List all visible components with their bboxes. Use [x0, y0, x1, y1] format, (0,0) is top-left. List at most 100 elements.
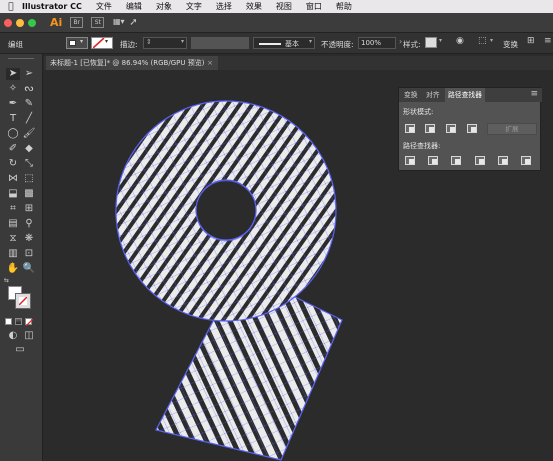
scale-tool-icon[interactable]: ⤡ [22, 158, 36, 170]
panel-menu-icon[interactable]: ≡ [530, 89, 538, 99]
align-icon[interactable]: ⬚ [478, 36, 487, 46]
expand-button[interactable]: 扩展 [487, 123, 537, 135]
selection-tool-icon[interactable]: ➤ [6, 68, 20, 80]
style-label: 样式: [403, 40, 421, 49]
outline-icon[interactable] [498, 156, 508, 165]
send-arrow-icon[interactable]: ➚ [129, 17, 137, 28]
exclude-icon[interactable] [467, 124, 477, 133]
menu-help[interactable]: 帮助 [336, 1, 352, 12]
eraser-tool-icon[interactable]: ◆ [22, 143, 36, 155]
close-window-button[interactable] [4, 18, 12, 27]
variable-width-profile[interactable] [191, 37, 249, 49]
app-menu[interactable]: Illustrator CC [22, 2, 82, 11]
menu-type[interactable]: 文字 [186, 1, 202, 12]
more-options-icon[interactable]: ≡ [544, 36, 552, 46]
crop-icon[interactable] [475, 156, 485, 165]
zoom-tool-icon[interactable]: 🔍 [22, 263, 36, 275]
minus-back-icon[interactable] [521, 156, 531, 165]
hand-tool-icon[interactable]: ✋ [6, 263, 20, 275]
draw-mode-icon[interactable]: ◐ [6, 330, 20, 342]
apple-menu-icon[interactable]:  [0, 2, 22, 12]
minus-front-icon[interactable] [425, 124, 435, 133]
color-mode-icon[interactable] [5, 318, 12, 325]
curvature-tool-icon[interactable]: ✎ [22, 98, 36, 110]
graphic-style-swatch[interactable] [425, 37, 437, 48]
chevron-right-icon[interactable]: › [399, 37, 402, 46]
stroke-weight-input[interactable]: ⇕ ▾ [143, 37, 187, 49]
shape-builder-tool-icon[interactable]: ⬓ [6, 188, 20, 200]
direct-selection-tool-icon[interactable]: ➢ [22, 68, 36, 80]
menu-view[interactable]: 视图 [276, 1, 292, 12]
ellipse-tool-icon[interactable]: ◯ [6, 128, 20, 140]
brush-definition[interactable]: 基本 ▾ [253, 37, 315, 49]
intersect-icon[interactable] [446, 124, 456, 133]
chevron-down-icon[interactable]: ▾ [490, 37, 493, 44]
menu-edit[interactable]: 编辑 [126, 1, 142, 12]
chevron-down-icon: ▾ [80, 38, 84, 45]
pathfinder-panel: 变换 对齐 路径查找器 ≡ 形状模式: 扩展 路径查找器: [398, 87, 542, 171]
panel-grip[interactable] [8, 58, 34, 61]
paintbrush-tool-icon[interactable]: 🖌 [22, 128, 36, 140]
menu-effect[interactable]: 效果 [246, 1, 262, 12]
illustrator-logo: Ai [50, 16, 63, 29]
minimize-window-button[interactable] [16, 18, 24, 27]
transform-button[interactable]: 变换 [503, 39, 518, 50]
bridge-button[interactable]: Br [70, 17, 84, 28]
menu-window[interactable]: 窗口 [306, 1, 322, 12]
live-paint-tool-icon[interactable]: ▩ [22, 188, 36, 200]
recolor-artwork-icon[interactable]: ◉ [456, 36, 464, 46]
zoom-window-button[interactable] [28, 18, 36, 27]
mac-menu-bar:  Illustrator CC 文件 编辑 对象 文字 选择 效果 视图 窗口… [0, 0, 553, 13]
fill-swatch[interactable]: ▾ [66, 37, 88, 49]
document-title: 未标题-1 [已恢复]* @ 86.94% (RGB/GPU 预览) [50, 59, 205, 67]
screen-mode-icon[interactable]: ▭ [13, 344, 27, 356]
artboard-tool-icon[interactable]: ⊡ [22, 248, 36, 260]
divide-icon[interactable] [405, 156, 415, 165]
stroke-label: 描边: [120, 40, 138, 49]
shaper-tool-icon[interactable]: ✐ [6, 143, 20, 155]
free-transform-tool-icon[interactable]: ⬚ [22, 173, 36, 185]
stroke-swatch[interactable]: ▾ [91, 37, 113, 49]
column-graph-tool-icon[interactable]: ▥ [6, 248, 20, 260]
application-bar: Ai Br St ▦▾ ➚ [0, 13, 553, 32]
chevron-down-icon[interactable]: ▾ [181, 38, 184, 45]
eyedropper-tool-icon[interactable]: ⚲ [22, 218, 36, 230]
tab-pathfinder[interactable]: 路径查找器 [445, 88, 485, 102]
chevron-down-icon[interactable]: ▾ [439, 37, 442, 44]
line-tool-icon[interactable]: ╱ [22, 113, 36, 125]
mesh-tool-icon[interactable]: ⊞ [22, 203, 36, 215]
gradient-mode-icon[interactable] [15, 318, 22, 325]
menu-file[interactable]: 文件 [96, 1, 112, 12]
stock-button[interactable]: St [91, 17, 105, 28]
tab-transform[interactable]: 变换 [401, 88, 421, 102]
perspective-grid-tool-icon[interactable]: ⌗ [6, 203, 20, 215]
pen-tool-icon[interactable]: ✒ [6, 98, 20, 110]
close-tab-icon[interactable]: × [207, 56, 213, 70]
merge-icon[interactable] [451, 156, 461, 165]
gradient-tool-icon[interactable]: ▤ [6, 218, 20, 230]
stepper-icon[interactable]: ⇕ [146, 38, 152, 46]
unite-icon[interactable] [405, 124, 415, 133]
draw-inside-icon[interactable]: ◫ [22, 330, 36, 342]
control-bar: 编组 ▾ ▾ 描边: ⇕ ▾ 基本 ▾ 不透明度: 100% › 样式: ▾ ◉… [0, 32, 553, 54]
stroke-color-box[interactable] [15, 293, 31, 309]
no-stroke-icon [93, 38, 105, 48]
tab-align[interactable]: 对齐 [423, 88, 443, 102]
width-tool-icon[interactable]: ⋈ [6, 173, 20, 185]
swap-fill-stroke-icon[interactable]: ⇆ [4, 277, 9, 284]
blend-tool-icon[interactable]: ⧖ [6, 233, 20, 245]
magic-wand-tool-icon[interactable]: ✧ [6, 83, 20, 95]
opacity-value: 100% [361, 39, 382, 47]
none-mode-icon[interactable] [25, 318, 33, 326]
type-tool-icon[interactable]: T [6, 113, 20, 125]
menu-object[interactable]: 对象 [156, 1, 172, 12]
document-tab[interactable]: 未标题-1 [已恢复]* @ 86.94% (RGB/GPU 预览) × [46, 56, 218, 70]
opacity-input[interactable]: 100% [358, 37, 396, 49]
trim-icon[interactable] [428, 156, 438, 165]
menu-select[interactable]: 选择 [216, 1, 232, 12]
lasso-tool-icon[interactable]: ᔓ [22, 83, 36, 95]
workspace-grid-icon[interactable]: ▦▾ [112, 17, 125, 28]
symbol-sprayer-tool-icon[interactable]: ❋ [22, 233, 36, 245]
rotate-tool-icon[interactable]: ↻ [6, 158, 20, 170]
isolate-icon[interactable]: ⊞ [527, 36, 535, 46]
